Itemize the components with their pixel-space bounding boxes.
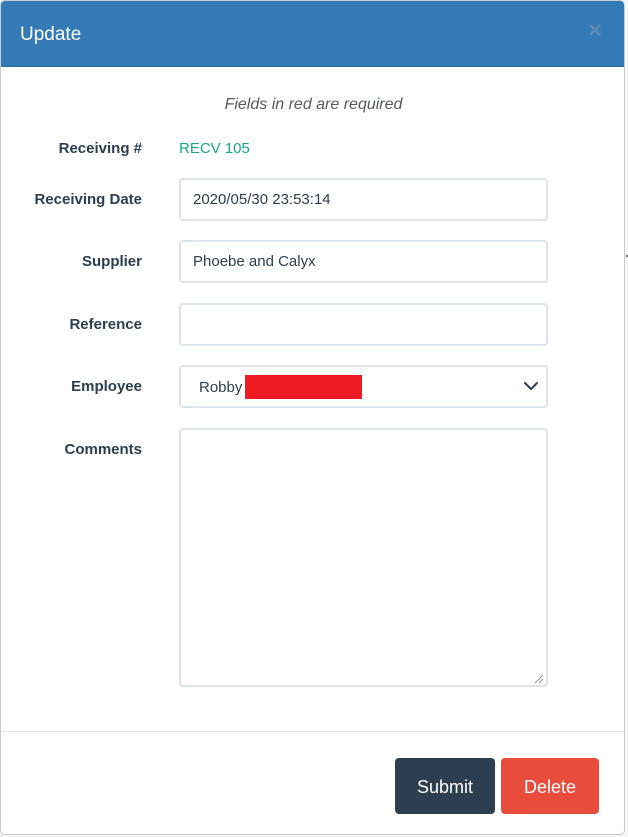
supplier-label: Supplier	[81, 253, 142, 270]
comments-label: Comments	[64, 441, 142, 458]
modal-title: Update	[20, 24, 82, 45]
receiving-number-value: RECV 105	[179, 140, 250, 157]
update-modal: Update × Fields in red are required Rece…	[0, 0, 625, 835]
employee-selected-value: Robby	[199, 379, 243, 396]
employee-select[interactable]: Robby	[179, 365, 548, 408]
modal-header: Update ×	[1, 1, 624, 67]
receiving-date-input[interactable]	[179, 178, 548, 221]
receiving-date-label: Receiving Date	[34, 191, 142, 208]
comments-textarea[interactable]	[179, 428, 548, 687]
supplier-input[interactable]	[179, 240, 548, 283]
reference-label: Reference	[69, 316, 142, 333]
delete-button[interactable]: Delete	[501, 758, 599, 814]
reference-input[interactable]	[179, 303, 548, 346]
employee-label: Employee	[71, 378, 142, 395]
required-fields-note: Fields in red are required	[224, 96, 403, 113]
redaction-block	[245, 375, 362, 399]
receiving-number-label: Receiving #	[58, 140, 142, 157]
footer-divider	[1, 731, 624, 732]
close-icon[interactable]: ×	[584, 19, 606, 43]
resize-grip-icon[interactable]	[534, 674, 544, 684]
submit-button[interactable]: Submit	[395, 758, 495, 814]
chevron-down-icon	[524, 382, 538, 390]
